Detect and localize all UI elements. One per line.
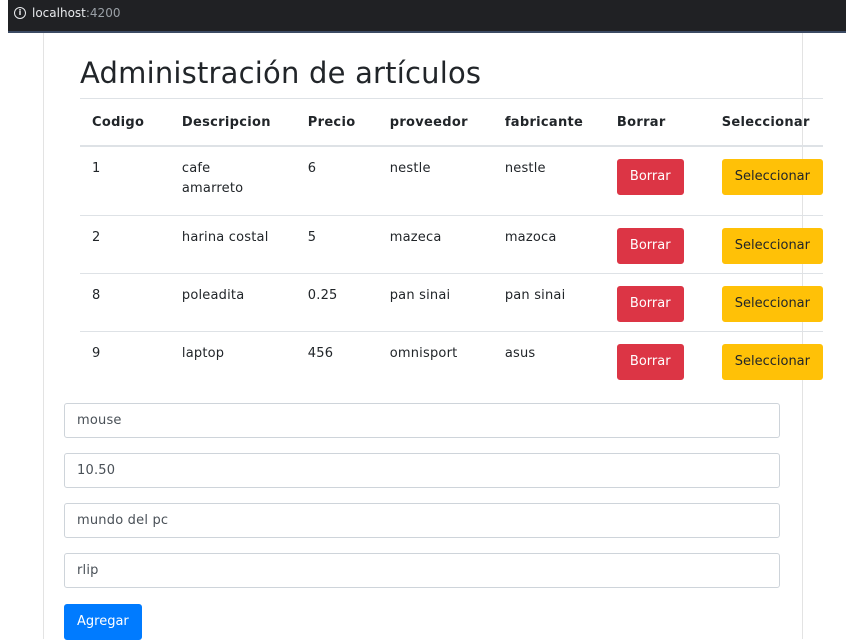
cell-codigo: 8 <box>80 272 170 331</box>
descripcion-input[interactable] <box>64 403 780 438</box>
cell-codigo: 2 <box>80 214 170 273</box>
cell-descripcion: harina costal <box>169 214 296 273</box>
cell-descripcion: cafe amarreto <box>169 145 296 215</box>
cell-fabricante: asus <box>492 330 605 389</box>
window-edge <box>0 0 8 33</box>
proveedor-input[interactable] <box>64 503 780 538</box>
header-codigo: Codigo <box>80 98 170 147</box>
cell-precio: 0.25 <box>295 272 378 331</box>
cell-codigo: 1 <box>80 145 170 215</box>
table-header-row: Codigo Descripcion Precio proveedor fabr… <box>80 98 823 147</box>
borrar-button[interactable]: Borrar <box>616 285 684 322</box>
precio-input[interactable] <box>64 453 780 488</box>
header-proveedor: proveedor <box>377 98 493 147</box>
cell-proveedor: mazeca <box>377 214 493 273</box>
cell-proveedor: pan sinai <box>377 272 493 331</box>
articles-table-container: Codigo Descripcion Precio proveedor fabr… <box>80 98 823 389</box>
header-precio: Precio <box>295 98 378 147</box>
header-fabricante: fabricante <box>492 98 605 147</box>
cell-seleccionar: Seleccionar <box>709 330 823 389</box>
cell-precio: 456 <box>295 330 378 389</box>
header-descripcion: Descripcion <box>169 98 296 147</box>
browser-address-bar: i localhost:4200 <box>0 0 846 33</box>
cell-codigo: 9 <box>80 330 170 389</box>
borrar-button[interactable]: Borrar <box>616 343 684 380</box>
seleccionar-button[interactable]: Seleccionar <box>721 159 823 195</box>
cell-fabricante: mazoca <box>492 214 605 273</box>
cell-borrar: Borrar <box>604 272 710 331</box>
add-article-form <box>64 403 780 603</box>
header-seleccionar: Seleccionar <box>709 98 823 147</box>
cell-descripcion: poleadita <box>169 272 296 331</box>
table-row: 9 laptop 456 omnisport asus Borrar Selec… <box>80 330 823 389</box>
cell-proveedor: omnisport <box>377 330 493 389</box>
page-title: Administración de artículos <box>80 56 482 90</box>
cell-seleccionar: Seleccionar <box>709 272 823 331</box>
cell-borrar: Borrar <box>604 214 710 273</box>
table-body: 1 cafe amarreto 6 nestle nestle Borrar S… <box>80 145 823 389</box>
cell-proveedor: nestle <box>377 145 493 215</box>
cell-precio: 5 <box>295 214 378 273</box>
table-header: Codigo Descripcion Precio proveedor fabr… <box>80 98 823 147</box>
table-row: 2 harina costal 5 mazeca mazoca Borrar S… <box>80 214 823 273</box>
borrar-button[interactable]: Borrar <box>616 227 684 264</box>
articles-table: Codigo Descripcion Precio proveedor fabr… <box>80 98 823 389</box>
url-port: :4200 <box>85 6 121 20</box>
seleccionar-button[interactable]: Seleccionar <box>721 343 823 380</box>
cell-descripcion: laptop <box>169 330 296 389</box>
cell-fabricante: nestle <box>492 145 605 215</box>
fabricante-input[interactable] <box>64 553 780 588</box>
agregar-button[interactable]: Agregar <box>64 604 142 640</box>
cell-fabricante: pan sinai <box>492 272 605 331</box>
container-left-border <box>43 33 44 639</box>
borrar-button[interactable]: Borrar <box>616 159 684 195</box>
cell-borrar: Borrar <box>604 330 710 389</box>
cell-seleccionar: Seleccionar <box>709 145 823 215</box>
info-icon[interactable]: i <box>14 7 26 19</box>
url-display[interactable]: i localhost:4200 <box>14 6 120 20</box>
header-borrar: Borrar <box>604 98 710 147</box>
cell-seleccionar: Seleccionar <box>709 214 823 273</box>
table-row: 1 cafe amarreto 6 nestle nestle Borrar S… <box>80 145 823 215</box>
seleccionar-button[interactable]: Seleccionar <box>721 227 823 264</box>
url-host: localhost <box>32 6 86 20</box>
cell-borrar: Borrar <box>604 145 710 215</box>
cell-precio: 6 <box>295 145 378 215</box>
seleccionar-button[interactable]: Seleccionar <box>721 285 823 322</box>
table-row: 8 poleadita 0.25 pan sinai pan sinai Bor… <box>80 272 823 331</box>
